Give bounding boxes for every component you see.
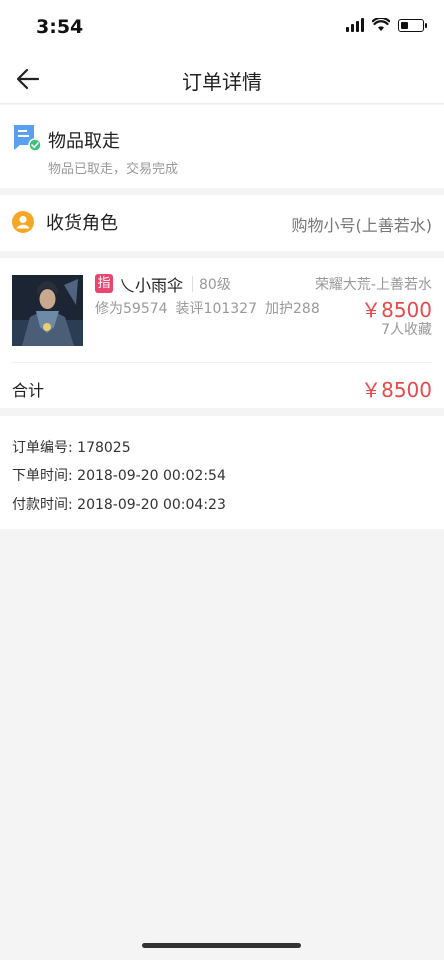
character-thumbnail bbox=[12, 275, 83, 346]
pay-time: 付款时间: 2018-09-20 00:04:23 bbox=[12, 497, 226, 513]
stat-cultivation: 修为59574 bbox=[95, 301, 168, 317]
receiver-value: 购物小号(上善若水) bbox=[291, 216, 433, 235]
total-label: 合计 bbox=[12, 381, 45, 400]
receiver-card[interactable]: 收货角色 购物小号(上善若水) bbox=[0, 195, 444, 251]
item-favorites: 7人收藏 bbox=[381, 322, 432, 338]
order-time: 下单时间: 2018-09-20 00:02:54 bbox=[12, 468, 226, 484]
status-subtitle: 物品已取走，交易完成 bbox=[48, 162, 179, 177]
item-level: 80级 bbox=[199, 277, 231, 293]
item-tag: 指 bbox=[95, 274, 113, 293]
status-title: 物品取走 bbox=[48, 131, 120, 152]
item-name: 乀小雨伞 bbox=[119, 276, 184, 295]
divider bbox=[12, 362, 432, 363]
divider bbox=[192, 276, 193, 292]
status-time: 3:54 bbox=[36, 16, 84, 38]
battery-fill bbox=[401, 21, 408, 29]
status-bar: 3:54 bbox=[0, 0, 444, 54]
nav-bar: 订单详情 bbox=[0, 54, 444, 104]
item-stats: 修为59574 装评101327 加护288 bbox=[95, 298, 320, 318]
user-avatar-icon bbox=[12, 211, 34, 233]
battery-icon bbox=[398, 18, 427, 32]
order-status-card: 物品取走 物品已取走，交易完成 bbox=[0, 105, 444, 188]
stat-equipment-score: 装评101327 bbox=[175, 301, 257, 317]
cellular-signal-icon bbox=[346, 18, 364, 32]
stat-protection: 加护288 bbox=[265, 301, 320, 317]
wifi-icon bbox=[372, 18, 390, 31]
order-number: 订单编号: 178025 bbox=[12, 440, 131, 456]
order-complete-icon bbox=[14, 125, 42, 152]
order-info-card: 订单编号: 178025 下单时间: 2018-09-20 00:02:54 付… bbox=[0, 416, 444, 529]
total-value: ￥8500 bbox=[361, 378, 432, 402]
receiver-label: 收货角色 bbox=[46, 213, 118, 234]
status-icons bbox=[346, 18, 427, 32]
home-indicator[interactable] bbox=[142, 943, 301, 948]
page-title: 订单详情 bbox=[182, 70, 262, 94]
item-card[interactable]: 指 乀小雨伞 80级 荣耀大荒-上善若水 修为59574 装评101327 加护… bbox=[0, 258, 444, 408]
item-server: 荣耀大荒-上善若水 bbox=[314, 277, 432, 293]
